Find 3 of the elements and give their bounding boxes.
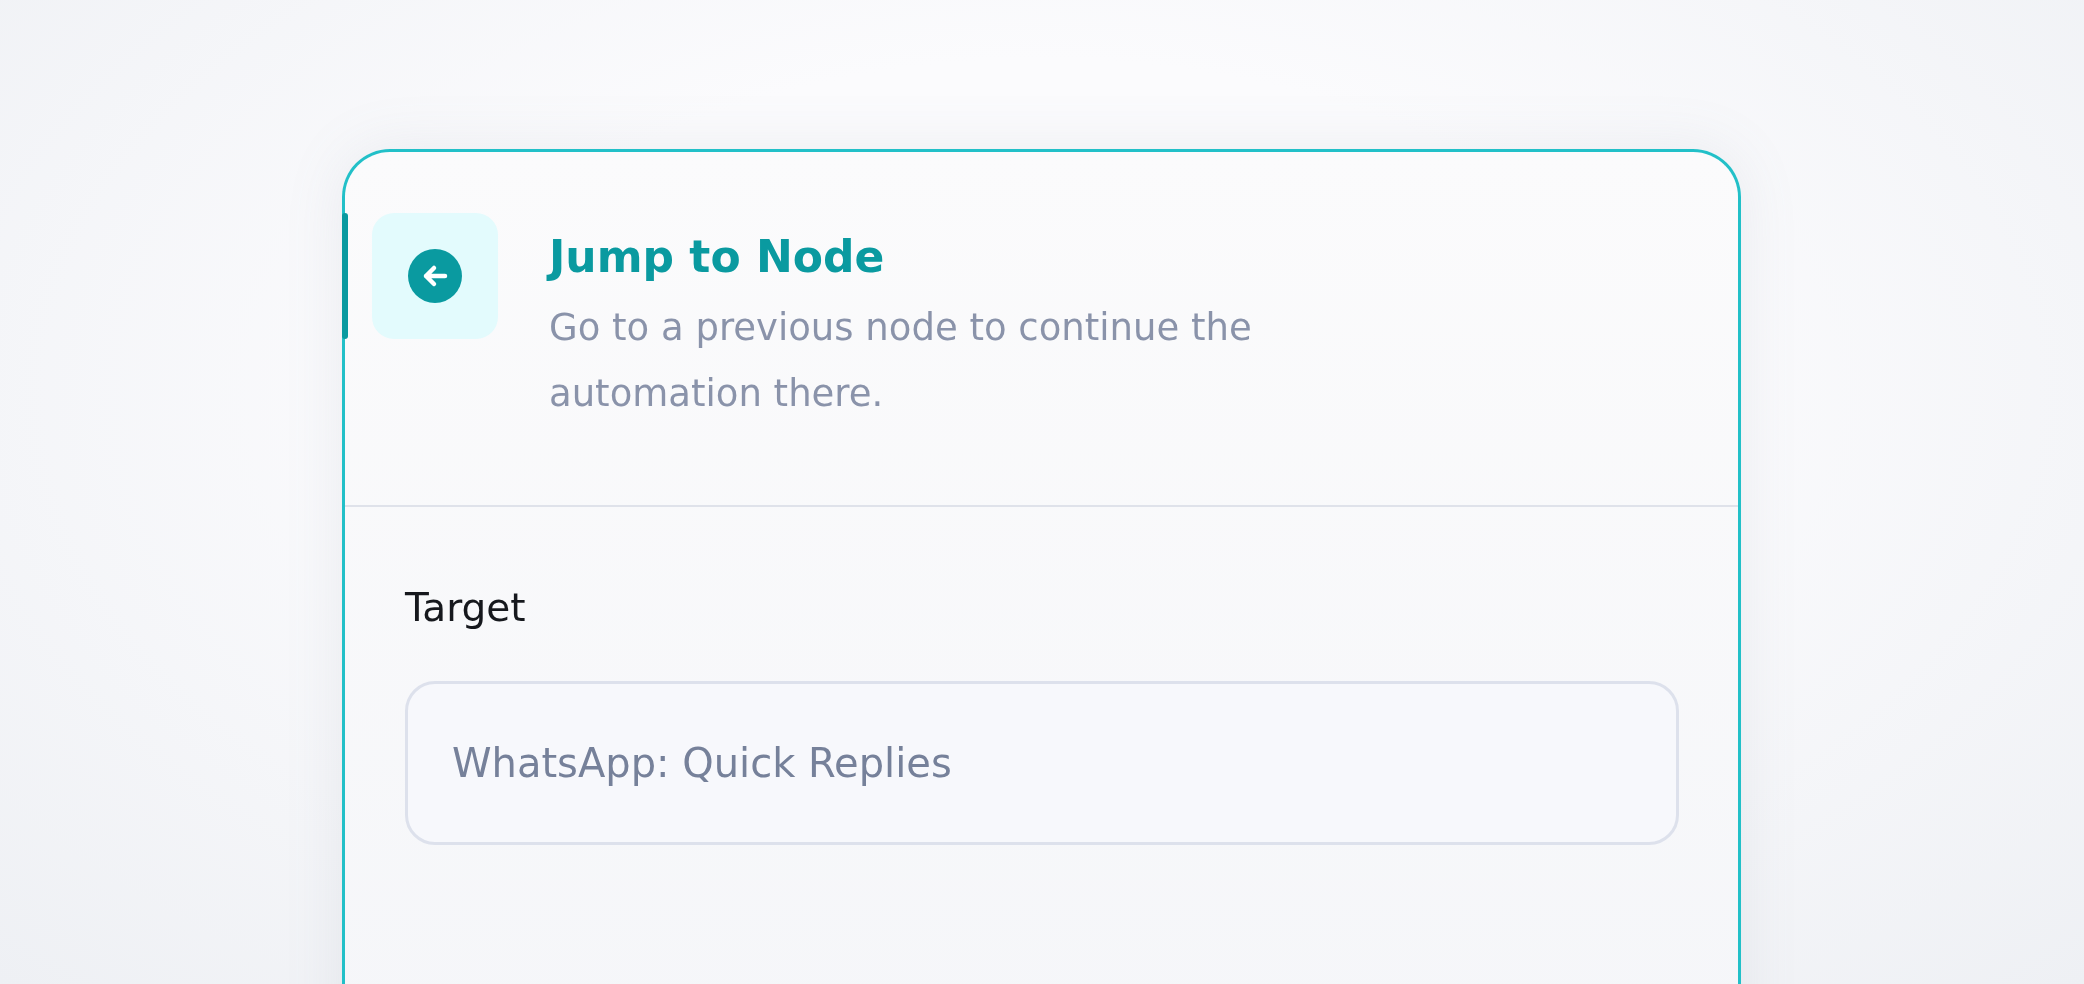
card-description: Go to a previous node to continue the automation there. bbox=[549, 305, 1253, 417]
field-label: Target bbox=[405, 584, 527, 632]
target-field[interactable]: WhatsApp: Quick Replies bbox=[405, 681, 1679, 845]
